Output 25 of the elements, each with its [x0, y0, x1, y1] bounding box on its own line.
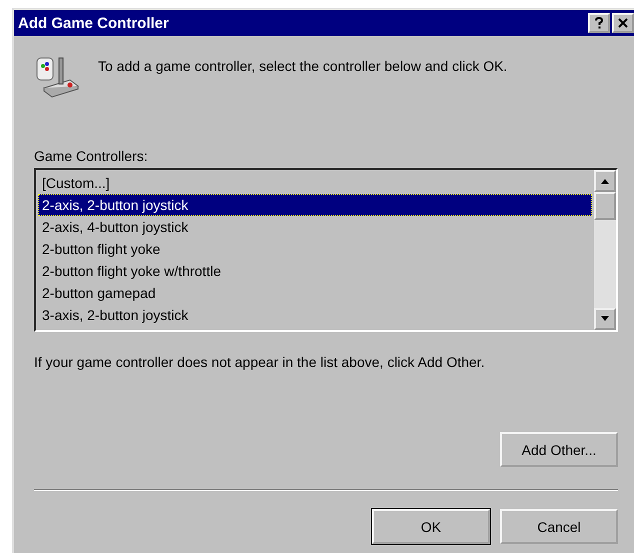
ok-button[interactable]: OK	[372, 509, 490, 544]
scrollbar[interactable]	[594, 170, 616, 330]
hint-text: If your game controller does not appear in the list above, click Add Other.	[34, 354, 486, 370]
list-item[interactable]: 2-axis, 4-button joystick	[38, 216, 592, 238]
window-title: Add Game Controller	[18, 14, 169, 32]
list-item[interactable]: 2-button flight yoke w/throttle	[38, 260, 592, 282]
list-item[interactable]: 2-axis, 2-button joystick	[38, 194, 592, 216]
scroll-thumb[interactable]	[594, 192, 616, 220]
controller-list[interactable]: [Custom...] 2-axis, 2-button joystick 2-axis, 4-button joystick 2-button flight yoke 2-button flight yoke w/throttle 2-button gamepad 3-axis, 2-button joystick	[34, 168, 618, 332]
close-icon	[618, 18, 628, 28]
list-item[interactable]: 2-button flight yoke	[38, 238, 592, 260]
list-label: Game Controllers:	[34, 148, 149, 164]
close-button[interactable]	[612, 13, 634, 33]
list-item[interactable]: 3-axis, 2-button joystick	[38, 304, 592, 326]
down-arrow-icon	[600, 316, 610, 322]
up-arrow-icon	[600, 178, 610, 184]
help-icon	[594, 17, 604, 29]
list-item[interactable]: 2-button gamepad	[38, 282, 592, 304]
cancel-button[interactable]: Cancel	[500, 509, 618, 544]
help-button[interactable]	[588, 13, 610, 33]
scroll-up-button[interactable]	[594, 170, 616, 192]
list-item[interactable]: [Custom...]	[38, 172, 592, 194]
scroll-down-button[interactable]	[594, 308, 616, 330]
instruction-text: To add a game controller, select the controller below and click OK.	[98, 58, 508, 74]
add-other-button[interactable]: Add Other...	[500, 432, 618, 467]
